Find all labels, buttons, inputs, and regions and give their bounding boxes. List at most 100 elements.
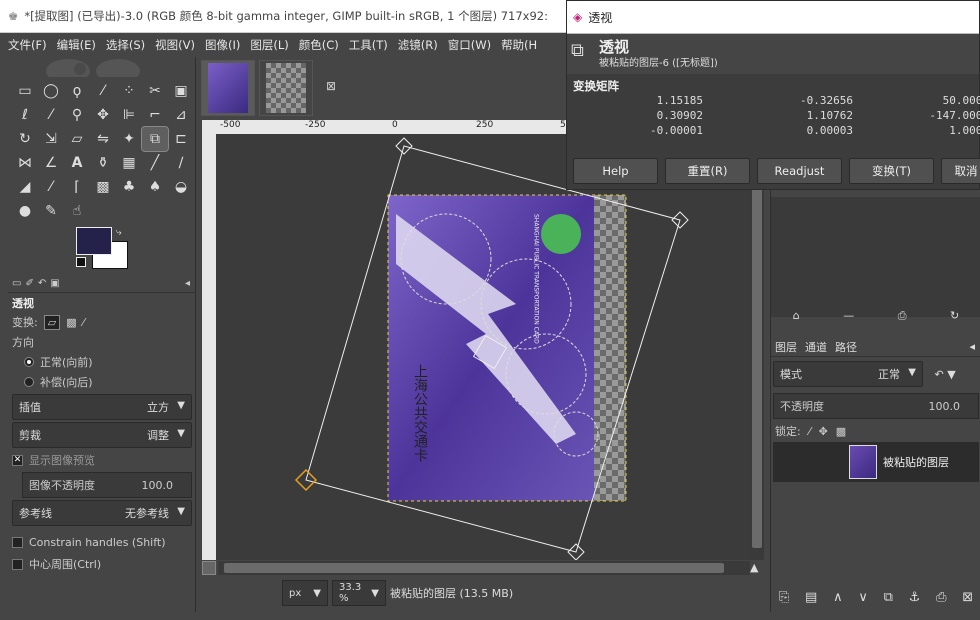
vertical-ruler[interactable] (202, 134, 216, 560)
zoom-combo[interactable]: 33.3 % ▼ (332, 580, 386, 606)
rotate-icon[interactable]: ↻ (12, 127, 38, 151)
shear-icon[interactable]: ▱ (64, 127, 90, 151)
menu-edit[interactable]: 编辑(E) (57, 37, 96, 53)
guides-combo[interactable]: 参考线 无参考线 ▼ (12, 500, 192, 526)
layer-row[interactable]: 被粘贴的图层 (773, 442, 979, 482)
smudge-icon[interactable]: ♠ (142, 175, 168, 199)
layer-composite-icon[interactable]: ↶ ▼ (935, 368, 956, 381)
horizontal-scrollbar[interactable] (218, 561, 750, 575)
airbrush-icon[interactable]: ⁄ (38, 175, 64, 199)
menu-help[interactable]: 帮助(H (501, 37, 537, 53)
scale-icon[interactable]: ⇲ (38, 127, 64, 151)
image-tab-empty[interactable] (259, 60, 313, 116)
dodge-burn-icon[interactable]: ◒ (168, 175, 194, 199)
menu-view[interactable]: 视图(V) (155, 37, 195, 53)
menu-filters[interactable]: 滤镜(R) (398, 37, 438, 53)
unified-transform-icon[interactable]: ⊿ (168, 103, 194, 127)
menu-layer[interactable]: 图层(L) (250, 37, 288, 53)
color-picker-icon[interactable]: ⁄ (38, 103, 64, 127)
close-tab-icon[interactable]: ⊠ (321, 76, 341, 96)
menu-image[interactable]: 图像(I) (205, 37, 240, 53)
swap-colors-icon[interactable]: ⤷ (116, 227, 122, 238)
reset-colors-icon[interactable] (76, 257, 86, 267)
image-opacity-spinner[interactable]: 图像不透明度 100.0 (22, 472, 192, 498)
undo-history-tab-icon[interactable]: ↶ (38, 278, 46, 289)
cancel-button[interactable]: 取消 (941, 158, 980, 184)
clone-icon[interactable]: ♣ (116, 175, 142, 199)
menu-file[interactable]: 文件(F) (8, 37, 47, 53)
ruler-corner[interactable] (202, 120, 216, 134)
text-icon[interactable]: A (64, 151, 90, 175)
align-icon[interactable]: ⊫ (116, 103, 142, 127)
constrain-handles-checkbox[interactable]: Constrain handles (Shift) (8, 532, 196, 552)
cage-icon[interactable]: ✦ (116, 127, 142, 151)
scissors-icon[interactable]: ✂ (142, 79, 168, 103)
tool-options-tab-icon[interactable]: ▭ (12, 278, 21, 289)
configure-tab-icon[interactable]: ◂ (185, 278, 190, 289)
move-icon[interactable]: ✥ (90, 103, 116, 127)
free-select-icon[interactable]: ϙ (64, 79, 90, 103)
tab-channels[interactable]: 通道 (805, 339, 827, 355)
crop-icon[interactable]: ⌐ (142, 103, 168, 127)
transform-path-icon[interactable]: ⁄ (83, 316, 85, 329)
merge-layer-icon[interactable]: ⎙ (936, 590, 946, 605)
show-preview-checkbox[interactable]: ✕ 显示图像预览 (8, 450, 196, 470)
bucket-fill-icon[interactable]: ⚱ (90, 151, 116, 175)
anchor-layer-icon[interactable]: ⚓ (909, 590, 921, 605)
handle-transform-icon[interactable]: ⋈ (12, 151, 38, 175)
reset-button[interactable]: 重置(R) (665, 158, 750, 184)
eraser-icon[interactable]: ◢ (12, 175, 38, 199)
lower-layer-icon[interactable]: ∨ (858, 590, 868, 605)
menu-tools[interactable]: 工具(T) (349, 37, 388, 53)
images-tab-icon[interactable]: ▣ (50, 278, 59, 289)
tab-layers[interactable]: 图层 (775, 339, 797, 355)
blur-icon[interactable]: ● (12, 199, 38, 223)
warp-icon[interactable]: ⊏ (168, 127, 194, 151)
gradient-icon[interactable]: ▦ (116, 151, 142, 175)
help-button[interactable]: Help (573, 158, 658, 184)
pencil-icon[interactable]: ╱ (142, 151, 168, 175)
direction-correct-radio[interactable]: 补偿(向后) (8, 372, 196, 392)
menu-windows[interactable]: 窗口(W) (448, 37, 491, 53)
menu-select[interactable]: 选择(S) (106, 37, 145, 53)
measure-icon[interactable]: ∠ (38, 151, 64, 175)
lock-alpha-icon[interactable]: ▩ (836, 425, 846, 438)
vertical-scrollbar[interactable] (750, 134, 764, 560)
duplicate-layer-icon[interactable]: ⧉ (884, 590, 893, 605)
transform-button[interactable]: 变换(T) (849, 158, 934, 184)
direction-normal-radio[interactable]: 正常(向前) (8, 352, 196, 372)
zoom-icon[interactable]: ⚲ (64, 103, 90, 127)
ellipse-select-icon[interactable]: ◯ (38, 79, 64, 103)
around-center-checkbox[interactable]: 中心周围(Ctrl) (8, 554, 196, 574)
canvas-drawing[interactable]: 上海公共交通卡 SHANGHAI PUBLIC TRANSPORTATION C… (216, 134, 754, 560)
lock-pixels-icon[interactable]: ⁄ (809, 425, 811, 438)
readjust-button[interactable]: Readjust (757, 158, 842, 184)
fuzzy-select-icon[interactable]: ⁄ (90, 79, 116, 103)
new-group-icon[interactable]: ▤ (805, 590, 817, 605)
device-status-tab-icon[interactable]: ✐ (25, 278, 33, 289)
clipping-combo[interactable]: 剪裁 调整 ▼ (12, 422, 192, 448)
foreground-select-icon[interactable]: ▣ (168, 79, 194, 103)
paths-icon[interactable]: ℓ (12, 103, 38, 127)
layer-opacity-spinner[interactable]: 不透明度 100.0 (773, 393, 979, 419)
new-layer-icon[interactable]: ⎘ (779, 590, 789, 605)
image-tab-card[interactable] (201, 60, 255, 116)
flip-icon[interactable]: ⇋ (90, 127, 116, 151)
mypaint-brush-icon[interactable]: ✎ (38, 199, 64, 223)
foreground-color[interactable] (76, 227, 112, 255)
menu-colors[interactable]: 颜色(C) (299, 37, 339, 53)
navigate-icon[interactable]: ▲ (750, 561, 764, 575)
canvas-viewport[interactable]: 上海公共交通卡 SHANGHAI PUBLIC TRANSPORTATION C… (216, 134, 754, 560)
heal-icon[interactable]: ▩ (90, 175, 116, 199)
delete-layer-icon[interactable]: ⊠ (962, 590, 973, 605)
lock-position-icon[interactable]: ✥ (819, 425, 828, 438)
layer-mode-combo[interactable]: 模式 正常 ▼ (773, 361, 923, 387)
dialog-titlebar[interactable]: ◈ 透视 (567, 1, 979, 34)
transform-layer-icon[interactable]: ▱ (43, 314, 61, 330)
tab-paths[interactable]: 路径 (835, 339, 857, 355)
interpolation-combo[interactable]: 插值 立方 ▼ (12, 394, 192, 420)
perspective-icon[interactable]: ⧉ (141, 126, 169, 152)
configure-tab-icon[interactable]: ◂ (969, 340, 975, 353)
quick-mask-icon[interactable] (202, 561, 216, 575)
unit-combo[interactable]: px ▼ (282, 580, 328, 606)
